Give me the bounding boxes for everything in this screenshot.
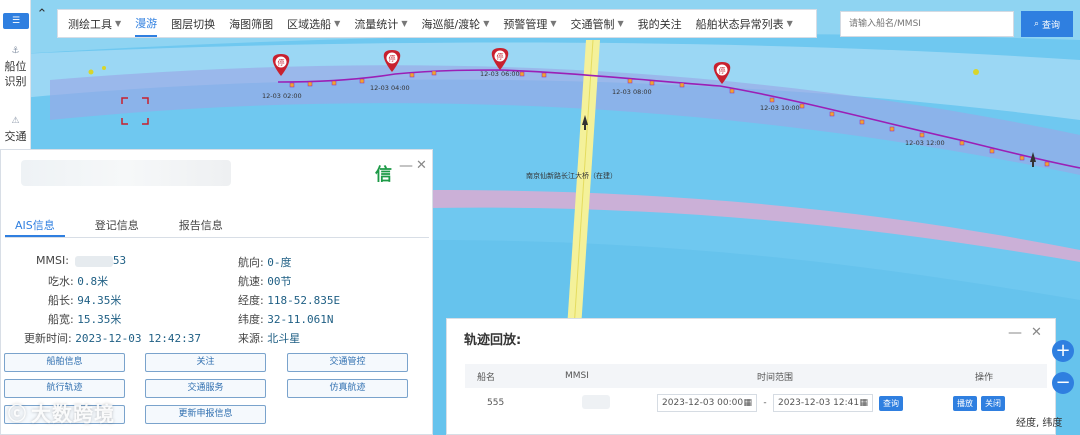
speed-row: 航速: 00节 <box>238 275 292 288</box>
column-header: 操作 <box>975 372 994 383</box>
track-time-label: 12-03 02:00 <box>262 92 302 100</box>
svg-text:停: 停 <box>389 54 396 63</box>
search-button[interactable]: ⌕ 查询 <box>1021 11 1073 37</box>
tab-ais-info[interactable]: AIS信息 <box>5 216 65 237</box>
calendar-icon: ▦ <box>859 398 868 408</box>
source-row: 来源: 北斗星 <box>238 332 301 345</box>
end-date-input[interactable]: 2023-12-03 12:41 ▦ <box>773 394 873 412</box>
menu-item-chart-filter[interactable]: 海图筛图 <box>229 10 273 37</box>
sidebar-item-label: 船位识别 <box>4 60 27 88</box>
menu-item-abnormal-list[interactable]: 船舶状态异常列表 ▼ <box>696 10 793 37</box>
search-button-label: 查询 <box>1042 20 1061 31</box>
coordinate-readout: 经度, 纬度 <box>1016 418 1063 429</box>
search-icon: ⌕ <box>1033 19 1040 29</box>
track-playback-panel: 轨迹回放: — ✕ 船名 MMSI 时间范围 操作 555 2023-12-03… <box>446 318 1056 435</box>
chevron-down-icon: ▼ <box>334 19 341 28</box>
mmsi-row: MMSI: 53 <box>36 254 127 267</box>
menu-item-layer-switch[interactable]: 图层切换 <box>171 10 215 37</box>
left-sidebar: ☰ ⚓ 船位识别 ⚠ 交通 <box>0 0 31 170</box>
close-icon[interactable]: ✕ <box>1031 325 1042 340</box>
stop-marker-text: 停 <box>278 58 285 67</box>
length-row: 船长: 94.35米 <box>48 294 122 307</box>
mmsi-cell <box>582 394 657 412</box>
ship-icon: ⚓ <box>11 46 20 56</box>
simulated-track-button[interactable]: 仿真航迹 <box>287 379 408 398</box>
tab-report-info[interactable]: 报告信息 <box>169 216 233 237</box>
sidebar-item-traffic[interactable]: ⚠ 交通 <box>0 114 31 144</box>
minimize-button[interactable]: — <box>1008 325 1022 341</box>
latitude-row: 纬度: 32-11.061N <box>238 313 334 326</box>
sidebar-toggle-button[interactable]: ☰ <box>3 13 29 29</box>
width-row: 船宽: 15.35米 <box>48 313 122 326</box>
ship-info-panel: 信 — ✕ AIS信息 登记信息 报告信息 MMSI: 53 吃水: 0.8米 船… <box>0 149 433 435</box>
ship-name-cell: 555 <box>487 398 505 408</box>
track-time-label: 12-03 10:00 <box>760 104 800 112</box>
menu-item-survey-tools[interactable]: 测绘工具 ▼ <box>68 10 121 37</box>
menu-item-my-follows[interactable]: 我的关注 <box>638 10 682 37</box>
bridge-label: 南京仙新路长江大桥（在建） <box>526 171 617 180</box>
menu-item-flow-stats[interactable]: 流量统计 ▼ <box>354 10 407 37</box>
zoom-out-button[interactable]: − <box>1052 372 1074 394</box>
ship-info-tabs: AIS信息 登记信息 报告信息 <box>5 216 429 238</box>
menu-item-traffic-control[interactable]: 交通管制 ▼ <box>571 10 624 37</box>
traffic-control-button[interactable]: 交通管控 <box>287 353 408 372</box>
sidebar-item-label: 交通 <box>4 130 27 143</box>
traffic-service-button[interactable]: 交通服务 <box>145 379 266 398</box>
update-declaration-button[interactable]: 更新申报信息 <box>145 405 266 424</box>
menu-item-alert-mgmt[interactable]: 预警管理 ▼ <box>503 10 556 37</box>
updated-time-row: 更新时间: 2023-12-03 12:42:37 <box>24 332 202 345</box>
ship-name-redacted <box>21 160 231 186</box>
menu-item-patrol-ferry[interactable]: 海巡艇/渡轮 ▼ <box>421 10 489 37</box>
menu-item-area-select[interactable]: 区域选船 ▼ <box>287 10 340 37</box>
chevron-down-icon: ▼ <box>617 19 624 28</box>
sidebar-item-ship-recognition[interactable]: ⚓ 船位识别 <box>0 44 31 89</box>
chevron-down-icon: ▼ <box>483 19 490 28</box>
top-menu-bar: 测绘工具 ▼ 漫游 图层切换 海图筛图 区域选船 ▼ 流量统计 ▼ 海巡艇/渡轮 ▼ 预… <box>57 9 817 38</box>
ship-info-button[interactable]: 船舶信息 <box>4 353 125 372</box>
ship-status-badge: 信 <box>375 165 392 185</box>
close-icon[interactable]: ✕ <box>416 158 427 173</box>
calendar-icon: ▦ <box>743 398 752 408</box>
column-header: 船名 <box>477 372 496 383</box>
close-button[interactable]: 关闭 <box>981 395 1005 411</box>
mmsi-redacted <box>74 255 113 267</box>
column-header: MMSI <box>565 371 589 381</box>
watermark-logo-icon: ⓒ <box>8 403 27 425</box>
table-header: 船名 MMSI 时间范围 操作 <box>465 364 1047 388</box>
mmsi-redacted <box>582 394 610 409</box>
chevron-down-icon: ▼ <box>115 19 122 28</box>
zoom-in-button[interactable]: + <box>1052 340 1074 362</box>
track-time-label: 12-03 12:00 <box>905 139 945 147</box>
menu-item-roam[interactable]: 漫游 <box>135 10 158 37</box>
chevron-down-icon: ▼ <box>786 19 793 28</box>
search-input[interactable] <box>840 11 1014 37</box>
draft-row: 吃水: 0.8米 <box>48 275 109 288</box>
panel-title: 轨迹回放: <box>464 333 522 348</box>
svg-text:停: 停 <box>719 66 726 75</box>
watermark: ⓒ 大数跨境 <box>8 398 115 427</box>
column-header: 时间范围 <box>757 372 794 383</box>
track-time-label: 12-03 04:00 <box>370 84 410 92</box>
track-table: 船名 MMSI 时间范围 操作 555 2023-12-03 00:00 ▦ - … <box>465 364 1047 418</box>
navigation-track-button[interactable]: 航行轨迹 <box>4 379 125 398</box>
chevron-down-icon: ▼ <box>401 19 408 28</box>
chevron-down-icon: ▼ <box>550 19 557 28</box>
query-button[interactable]: 查询 <box>879 395 903 411</box>
minimize-button[interactable]: — <box>399 158 413 174</box>
heading-row: 航向: 0-度 <box>238 256 292 269</box>
start-date-input[interactable]: 2023-12-03 00:00 ▦ <box>657 394 757 412</box>
follow-button[interactable]: 关注 <box>145 353 266 372</box>
table-row: 555 2023-12-03 00:00 ▦ - 2023-12-03 12:41… <box>465 388 1047 418</box>
tab-registration-info[interactable]: 登记信息 <box>85 216 149 237</box>
traffic-icon: ⚠ <box>11 116 20 126</box>
longitude-row: 经度: 118-52.835E <box>238 294 341 307</box>
play-button[interactable]: 播放 <box>953 395 977 411</box>
svg-text:停: 停 <box>497 52 504 61</box>
track-time-label: 12-03 08:00 <box>612 88 652 96</box>
chevron-up-icon[interactable]: ⌃ <box>33 6 51 24</box>
track-time-label: 12-03 06:00 <box>480 70 520 78</box>
